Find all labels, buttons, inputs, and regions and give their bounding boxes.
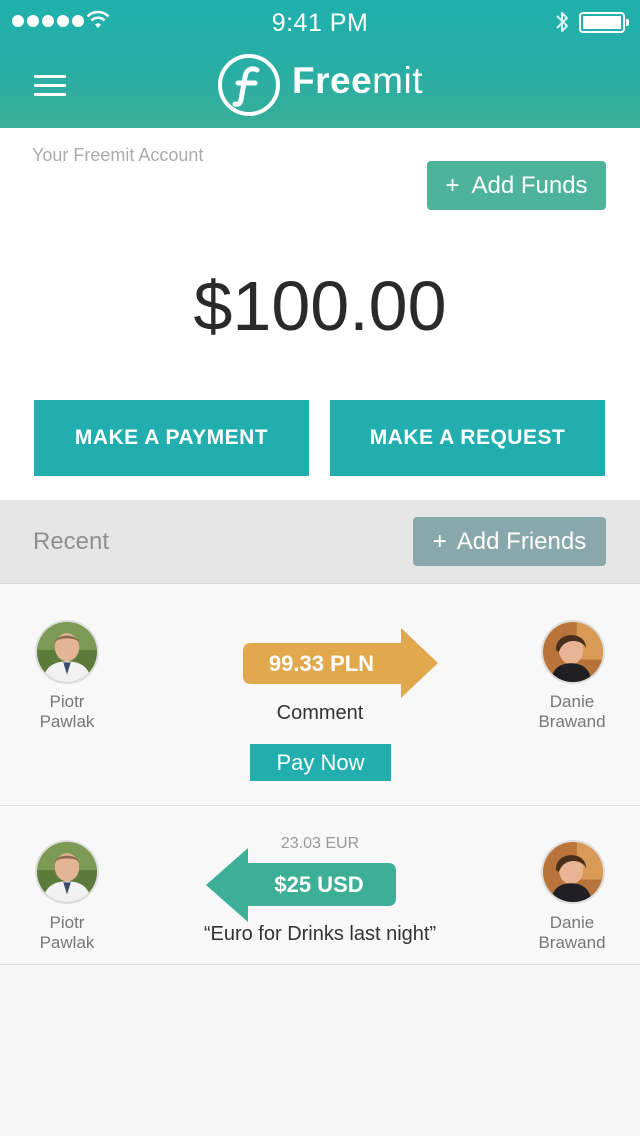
make-payment-button[interactable]: MAKE A PAYMENT (34, 400, 309, 476)
account-balance: $100.00 (193, 267, 447, 345)
pay-now-button[interactable]: Pay Now (250, 744, 391, 781)
avatar[interactable] (35, 620, 99, 684)
transaction-amount: 99.33 PLN (268, 651, 375, 676)
transaction-row[interactable]: Piotr Pawlak 23.03 EUR $25 USD “Euro for… (0, 806, 640, 965)
add-funds-label: Add Funds (471, 171, 588, 199)
avatar[interactable] (541, 620, 605, 684)
recipient-name: Danie Brawand (538, 692, 606, 731)
account-panel: Your Freemit Account + Add Funds $100.00… (0, 128, 640, 500)
bluetooth-icon (556, 12, 568, 32)
make-request-button[interactable]: MAKE A REQUEST (330, 400, 605, 476)
status-bar: 9:41 PM (0, 0, 640, 44)
freemit-logo-icon (218, 54, 280, 116)
plus-icon: + (432, 527, 447, 555)
add-funds-button[interactable]: + Add Funds (427, 161, 606, 210)
amount-arrow: 99.33 PLN (243, 628, 438, 700)
menu-icon[interactable] (34, 75, 66, 97)
recipient-name: Danie Brawand (538, 913, 606, 952)
status-time: 9:41 PM (271, 9, 369, 37)
recent-title: Recent (33, 528, 110, 555)
avatar[interactable] (541, 840, 605, 904)
transaction-row[interactable]: Piotr Pawlak 99.33 PLN Comment Pay Now D… (0, 585, 640, 806)
account-label: Your Freemit Account (32, 145, 204, 165)
app-logo-text: Freemit (292, 60, 423, 101)
plus-icon: + (445, 171, 460, 199)
add-friends-button[interactable]: + Add Friends (413, 517, 606, 566)
transaction-amount: $25 USD (274, 872, 364, 897)
amount-arrow: $25 USD (206, 848, 396, 922)
app-header: 9:41 PM Freemit (0, 0, 640, 128)
recent-header: Recent + Add Friends (0, 500, 640, 584)
add-friends-label: Add Friends (456, 527, 587, 555)
battery-icon (579, 12, 629, 33)
